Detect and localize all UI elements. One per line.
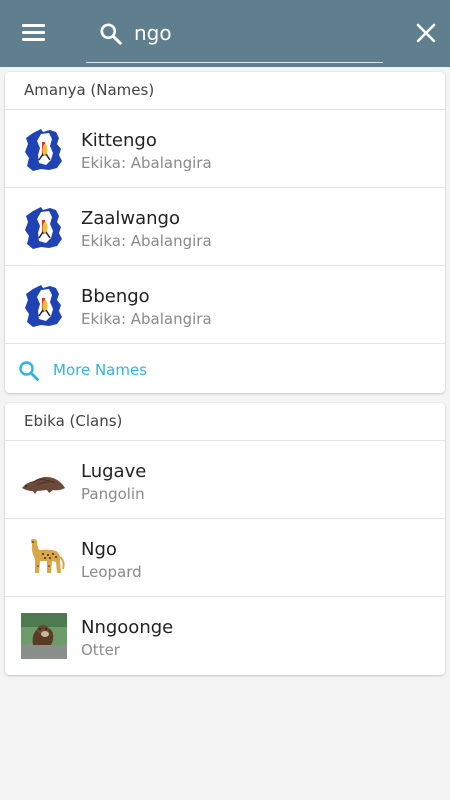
names-section-header: Amanya (Names) <box>5 72 445 110</box>
clan-title: Ngo <box>81 539 117 560</box>
name-title: Bbengo <box>81 286 150 307</box>
uganda-flag-map-icon <box>25 207 62 249</box>
name-title: Kittengo <box>81 130 157 151</box>
more-names-button[interactable]: More Names <box>5 347 445 393</box>
clans-card: Ebika (Clans) Lugave Pangolin Ngo Leopar… <box>5 403 445 675</box>
clan-subtitle: Pangolin <box>81 485 145 503</box>
uganda-flag-map-icon <box>25 285 62 327</box>
clan-subtitle: Leopard <box>81 563 142 581</box>
clan-list-item[interactable]: Ngo Leopard <box>5 519 445 597</box>
clan-title: Nngoonge <box>81 617 174 638</box>
search-bar[interactable] <box>86 8 383 63</box>
clan-subtitle: Otter <box>81 641 120 659</box>
app-bar <box>0 0 450 67</box>
names-card: Amanya (Names) Kittengo Ekika: Abalangir… <box>5 72 445 393</box>
close-icon[interactable] <box>414 21 438 45</box>
clan-list-item[interactable]: Lugave Pangolin <box>5 441 445 519</box>
name-list-item[interactable]: Kittengo Ekika: Abalangira <box>5 110 445 188</box>
menu-icon[interactable] <box>22 24 46 42</box>
name-title: Zaalwango <box>81 208 180 229</box>
name-subtitle: Ekika: Abalangira <box>81 232 212 250</box>
clans-section-title: Ebika (Clans) <box>24 412 123 430</box>
otter-image <box>21 613 67 659</box>
name-subtitle: Ekika: Abalangira <box>81 154 212 172</box>
search-icon <box>100 23 122 45</box>
name-list-item[interactable]: Bbengo Ekika: Abalangira <box>5 266 445 344</box>
uganda-flag-map-icon <box>25 129 62 171</box>
pangolin-image <box>22 477 65 494</box>
clan-title: Lugave <box>81 461 147 482</box>
search-input[interactable] <box>134 16 374 50</box>
name-subtitle: Ekika: Abalangira <box>81 310 212 328</box>
more-names-label: More Names <box>53 361 148 379</box>
clans-section-header: Ebika (Clans) <box>5 403 445 441</box>
names-section-title: Amanya (Names) <box>24 81 155 99</box>
clan-list-item[interactable]: Nngoonge Otter <box>5 597 445 675</box>
search-icon <box>19 361 39 381</box>
leopard-image <box>30 539 65 573</box>
name-list-item[interactable]: Zaalwango Ekika: Abalangira <box>5 188 445 266</box>
